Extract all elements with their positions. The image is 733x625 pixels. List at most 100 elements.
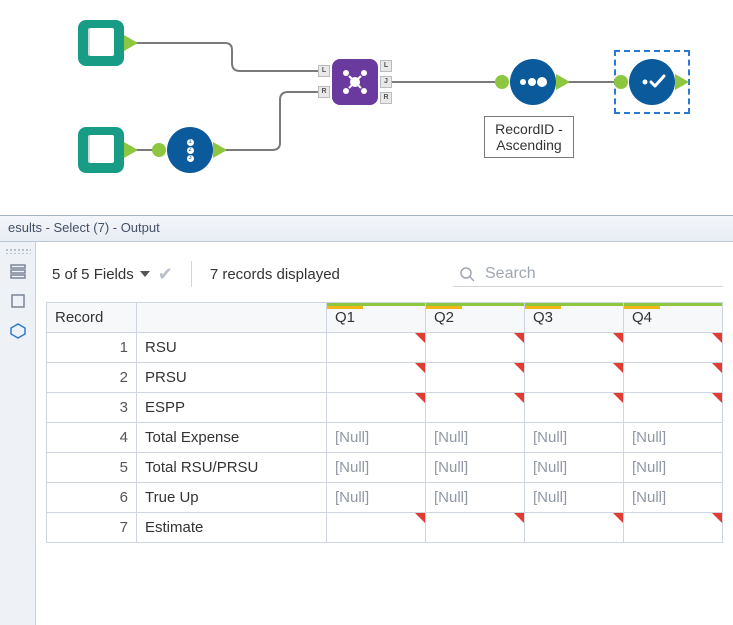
cell[interactable] [525, 393, 624, 423]
cell[interactable]: [Null] [426, 483, 525, 513]
view-table-button[interactable] [5, 258, 31, 284]
search-input[interactable] [483, 264, 717, 284]
table-row[interactable]: 1RSU [47, 333, 723, 363]
cell[interactable]: [Null] [327, 423, 426, 453]
tool-record-id[interactable]: 123 [167, 127, 213, 173]
input-anchor[interactable] [614, 75, 628, 89]
fields-label: 5 of 5 Fields [52, 266, 134, 283]
cell[interactable] [624, 363, 723, 393]
error-flag-icon [712, 513, 722, 523]
cell[interactable] [327, 513, 426, 543]
col-q2[interactable]: Q2 [426, 303, 525, 333]
join-anchor-l-out[interactable]: L [380, 60, 392, 72]
error-flag-icon [712, 333, 722, 343]
view-metadata-button[interactable] [5, 288, 31, 314]
tool-text-input-2[interactable] [78, 127, 124, 173]
cell[interactable] [327, 363, 426, 393]
cell[interactable]: [Null] [426, 423, 525, 453]
table-row[interactable]: 3ESPP [47, 393, 723, 423]
chevron-down-icon [140, 271, 150, 277]
cell[interactable]: [Null] [525, 423, 624, 453]
hex-icon [9, 322, 27, 340]
tool-join[interactable] [332, 59, 378, 105]
join-anchor-right-in[interactable]: R [318, 86, 330, 98]
search-box[interactable] [453, 262, 723, 287]
table-row[interactable]: 4Total Expense[Null][Null][Null][Null] [47, 423, 723, 453]
results-sidebar [0, 242, 36, 625]
cell[interactable]: [Null] [525, 483, 624, 513]
error-flag-icon [514, 513, 524, 523]
tool-select[interactable] [629, 59, 675, 105]
output-anchor[interactable] [675, 74, 689, 90]
book-icon [88, 28, 114, 58]
cell[interactable] [624, 393, 723, 423]
grip-icon [5, 248, 31, 254]
view-config-button[interactable] [5, 318, 31, 344]
error-flag-icon [415, 363, 425, 373]
cell[interactable] [525, 333, 624, 363]
row-index: 6 [47, 483, 137, 513]
divider [191, 261, 192, 287]
cell[interactable]: [Null] [624, 483, 723, 513]
workflow-canvas[interactable]: 123 L R L J R RecordID - Ascending [0, 0, 733, 210]
col-q3[interactable]: Q3 [525, 303, 624, 333]
tool-sort[interactable] [510, 59, 556, 105]
tool-annotation[interactable]: RecordID - Ascending [484, 116, 574, 158]
output-anchor[interactable] [124, 142, 138, 158]
error-flag-icon [514, 333, 524, 343]
results-table[interactable]: Record Q1 Q2 Q3 Q4 1RSU2PRSU3ESPP4Total … [46, 302, 723, 543]
col-q4[interactable]: Q4 [624, 303, 723, 333]
row-index: 7 [47, 513, 137, 543]
row-name: RSU [137, 333, 327, 363]
table-row[interactable]: 5Total RSU/PRSU[Null][Null][Null][Null] [47, 453, 723, 483]
input-anchor[interactable] [495, 75, 509, 89]
cell[interactable]: [Null] [525, 453, 624, 483]
join-anchor-j-out[interactable]: J [380, 76, 392, 88]
select-icon [637, 72, 667, 92]
output-anchor[interactable] [556, 74, 570, 90]
cell[interactable] [624, 333, 723, 363]
join-anchor-left-in[interactable]: L [318, 65, 330, 77]
row-index: 2 [47, 363, 137, 393]
fields-dropdown[interactable]: 5 of 5 Fields ✔ [46, 264, 173, 285]
cell[interactable] [426, 393, 525, 423]
row-name: Total Expense [137, 423, 327, 453]
panel-title: esults - Select (7) - Output [0, 216, 733, 242]
cell[interactable] [327, 393, 426, 423]
error-flag-icon [514, 363, 524, 373]
results-toolbar: 5 of 5 Fields ✔ 7 records displayed [46, 252, 723, 296]
table-row[interactable]: 2PRSU [47, 363, 723, 393]
cell[interactable]: [Null] [327, 453, 426, 483]
row-name: PRSU [137, 363, 327, 393]
col-name[interactable] [137, 303, 327, 333]
row-index: 3 [47, 393, 137, 423]
error-flag-icon [415, 393, 425, 403]
cell[interactable] [525, 363, 624, 393]
join-anchor-r-out[interactable]: R [380, 92, 392, 104]
search-icon [459, 266, 475, 282]
cell[interactable] [327, 333, 426, 363]
col-q1[interactable]: Q1 [327, 303, 426, 333]
cell[interactable]: [Null] [426, 453, 525, 483]
output-anchor[interactable] [213, 142, 227, 158]
cell[interactable] [624, 513, 723, 543]
error-flag-icon [415, 333, 425, 343]
cell[interactable] [426, 363, 525, 393]
cell[interactable]: [Null] [624, 423, 723, 453]
table-row[interactable]: 7Estimate [47, 513, 723, 543]
cell[interactable]: [Null] [624, 453, 723, 483]
annotation-text: Ascending [496, 137, 561, 153]
cell[interactable] [525, 513, 624, 543]
row-name: ESPP [137, 393, 327, 423]
results-panel: esults - Select (7) - Output 5 of 5 Fiel… [0, 215, 733, 625]
error-flag-icon [613, 393, 623, 403]
tool-text-input-1[interactable] [78, 20, 124, 66]
input-anchor[interactable] [152, 143, 166, 157]
cell[interactable] [426, 333, 525, 363]
cell[interactable]: [Null] [327, 483, 426, 513]
output-anchor[interactable] [124, 35, 138, 51]
table-icon [9, 262, 27, 280]
table-row[interactable]: 6True Up[Null][Null][Null][Null] [47, 483, 723, 513]
cell[interactable] [426, 513, 525, 543]
col-record[interactable]: Record [47, 303, 137, 333]
